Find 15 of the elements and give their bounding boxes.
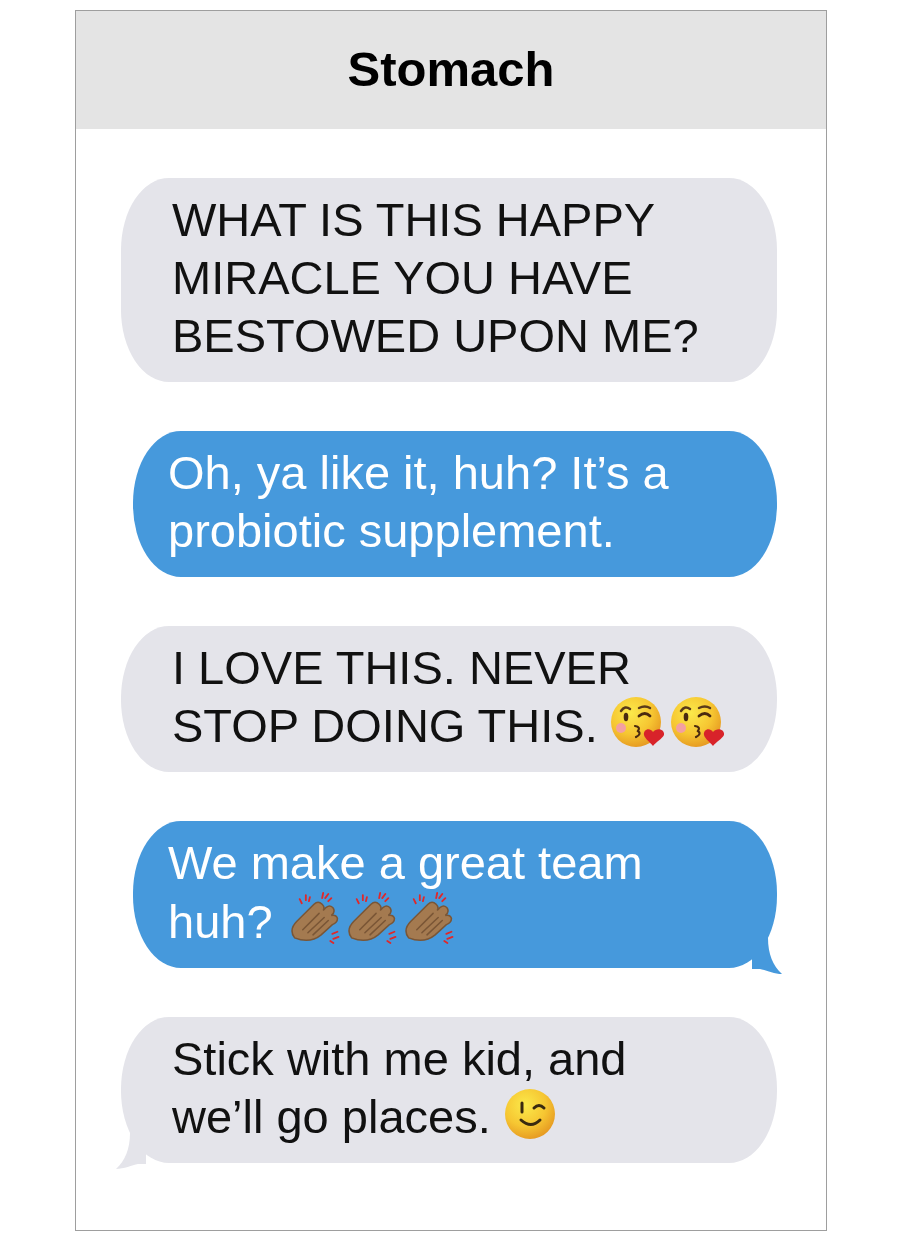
kissing-face-icon [669,697,726,747]
message-text: STOP DOING THIS. [172,699,598,752]
message-text: MIRACLE YOU HAVE [172,251,633,304]
message-text: WHAT IS THIS HAPPY [172,193,656,246]
message-text: We make a great team [168,836,643,889]
winking-face-icon [504,1089,555,1139]
message-text: probiotic supplement. [168,504,615,557]
message-text: Oh, ya like it, huh? It’s a [168,446,669,499]
message-text: Stick with me kid, and [172,1032,627,1085]
contact-name: Stomach [347,41,555,99]
message-text: BESTOWED UPON ME? [172,309,699,362]
message-text: I LOVE THIS. NEVER [172,641,631,694]
kissing-face-icon [609,697,666,747]
message-text: huh? [168,895,273,948]
message-text: we’ll go places. [172,1090,491,1143]
